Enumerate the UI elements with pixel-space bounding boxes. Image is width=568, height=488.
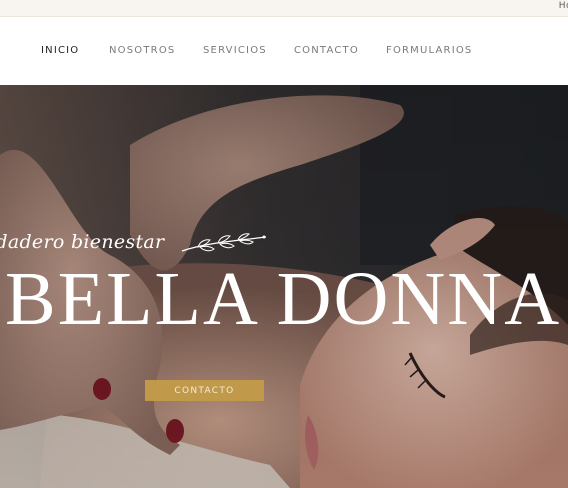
top-info-bar: Ho	[0, 0, 568, 17]
hero-title: BELLA DONNA	[5, 257, 562, 341]
hero-tagline: rdadero bienestar	[0, 231, 165, 253]
nav-item-contacto[interactable]: CONTACTO	[294, 45, 359, 56]
contact-button[interactable]: CONTACTO	[145, 380, 264, 401]
nav-item-inicio[interactable]: INICIO	[41, 45, 79, 56]
nav-item-nosotros[interactable]: NOSOTROS	[109, 45, 175, 56]
hero-section: rdadero bienestar BELLA DONNA CONTACTO	[0, 85, 568, 488]
leaf-ornament-icon	[181, 233, 267, 252]
nav-item-formularios[interactable]: FORMULARIOS	[386, 45, 472, 56]
top-info-text: Ho	[558, 1, 568, 11]
nav-item-servicios[interactable]: SERVICIOS	[203, 45, 267, 56]
main-navigation: INICIO NOSOTROS SERVICIOS CONTACTO FORMU…	[0, 17, 568, 85]
